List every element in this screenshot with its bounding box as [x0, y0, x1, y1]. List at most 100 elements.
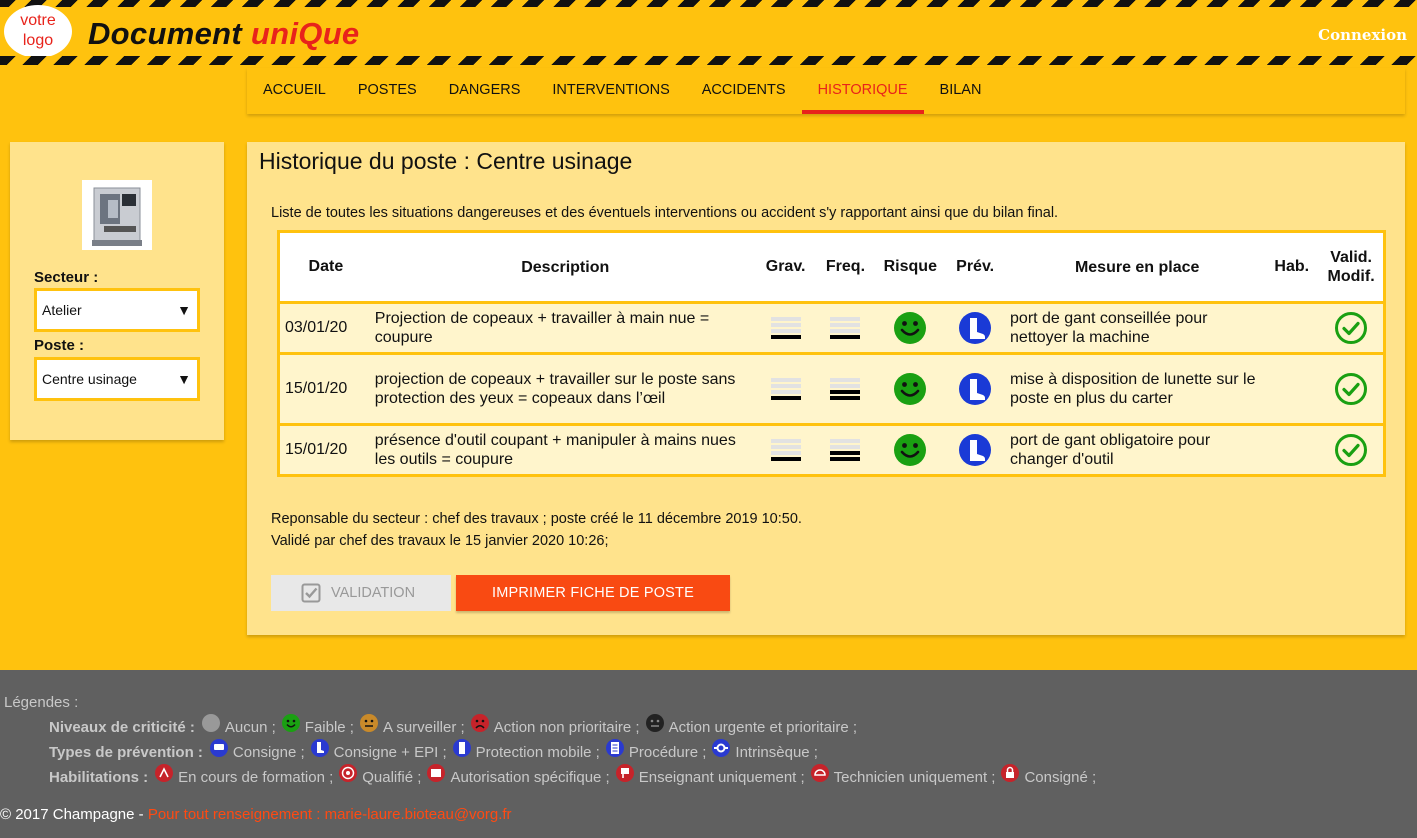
row-date: 15/01/20 [285, 441, 348, 458]
legend-footer: Légendes : Niveaux de criticité : Aucun … [0, 670, 1417, 838]
col-risque: Risque [883, 258, 937, 275]
col-freq: Freq. [825, 258, 866, 275]
boot-icon [945, 372, 1005, 406]
copyright: © 2017 Champagne - Pour tout renseigneme… [0, 806, 512, 823]
brand-title: Document uniQue [88, 16, 359, 52]
gravity-bars-icon [756, 439, 816, 461]
smiley-green-icon [875, 433, 945, 467]
legend-faible: Faible ; [304, 718, 354, 736]
col-grav: Grav. [765, 258, 806, 275]
secteur-select[interactable]: Atelier ▼ [34, 288, 200, 332]
row-mesure: port de gant obligatoire pour changer d'… [1010, 432, 1211, 468]
row-mesure: mise à disposition de lunette sur le pos… [1010, 371, 1256, 407]
legend-procedure: Procédure ; [628, 743, 707, 761]
nav-accueil[interactable]: ACCUEIL [247, 68, 342, 114]
logo-line2: logo [22, 32, 54, 49]
table-row[interactable]: 03/01/20 Projection de copeaux + travail… [280, 304, 1383, 352]
row-description: présence d'outil coupant + manipuler à m… [374, 432, 736, 468]
row-description: Projection de copeaux + travailler à mai… [374, 310, 710, 346]
col-date: Date [308, 258, 344, 275]
poste-select[interactable]: Centre usinage ▼ [34, 357, 200, 401]
secteur-label: Secteur : [34, 269, 99, 286]
checkbox-icon [301, 583, 321, 603]
col-valid-line1: Valid. [1330, 249, 1372, 266]
frequency-bars-icon [816, 378, 876, 400]
target-icon [339, 764, 358, 782]
brand-part2: uniQue [250, 16, 360, 51]
row-date: 15/01/20 [285, 380, 348, 397]
col-hab: Hab. [1274, 258, 1310, 275]
login-link[interactable]: Connexion [1318, 26, 1407, 44]
teacher-icon [615, 764, 634, 782]
logo-line1: votre [20, 12, 56, 29]
logo[interactable]: votre logo [4, 5, 72, 58]
nav-historique[interactable]: HISTORIQUE [801, 68, 924, 114]
nav-dangers[interactable]: DANGERS [433, 68, 537, 114]
habilitations-label: Habilitations : [49, 768, 149, 786]
nav-bilan[interactable]: BILAN [924, 68, 998, 114]
legend-title: Légendes : [4, 694, 79, 711]
training-icon [155, 764, 174, 782]
legend-surveiller: A surveiller ; [382, 718, 465, 736]
page-title: Historique du poste : Centre usinage [259, 148, 633, 174]
print-button[interactable]: IMPRIMER FICHE DE POSTE [456, 575, 730, 611]
nav-interventions[interactable]: INTERVENTIONS [536, 68, 685, 114]
machine-image [82, 180, 152, 250]
col-description: Description [521, 258, 610, 276]
check-circle-icon[interactable] [1319, 311, 1383, 345]
table-header: Date Description Grav. Freq. Risque Prév… [280, 233, 1383, 301]
table-row[interactable]: 15/01/20 projection de copeaux + travail… [280, 355, 1383, 423]
nav-accidents[interactable]: ACCIDENTS [686, 68, 802, 114]
responsable-text: Reponsable du secteur : chef des travaux… [271, 511, 802, 527]
legend-formation: En cours de formation ; [178, 768, 334, 786]
check-circle-icon[interactable] [1319, 372, 1383, 406]
helmet-icon [810, 764, 829, 782]
check-circle-icon[interactable] [1319, 433, 1383, 467]
smiley-green-icon [875, 311, 945, 345]
legend-consigne-hab: Consigné ; [1024, 768, 1097, 786]
legend-intrinseque: Intrinsèque ; [735, 743, 818, 761]
legend-enseignant: Enseignant uniquement ; [638, 768, 805, 786]
legend-technicien: Technicien uniquement ; [833, 768, 996, 786]
secteur-value: Atelier [42, 302, 82, 318]
copyright-text: © 2017 Champagne - [0, 806, 148, 823]
poste-label: Poste : [34, 337, 85, 354]
col-valid: Valid. Modif. [1319, 248, 1383, 286]
validation-button[interactable]: VALIDATION [271, 575, 451, 611]
smiley-green-icon [281, 714, 300, 732]
chevron-down-icon: ▼ [177, 371, 191, 387]
criticite-label: Niveaux de criticité : [49, 718, 195, 736]
smiley-orange-icon [359, 714, 378, 732]
smiley-red-icon [470, 714, 489, 732]
row-mesure: port de gant conseillée pour nettoyer la… [1010, 310, 1208, 346]
door-icon [452, 739, 471, 757]
legend-habilitations: Habilitations : En cours de formation ; … [49, 764, 1101, 787]
contact-link[interactable]: Pour tout renseignement : marie-laure.bi… [148, 806, 512, 823]
legend-consigne: Consigne ; [232, 743, 305, 761]
speech-bubble-icon [209, 739, 228, 757]
history-table: Date Description Grav. Freq. Risque Prév… [277, 230, 1386, 477]
main-panel: Historique du poste : Centre usinage Lis… [247, 142, 1405, 635]
poste-value: Centre usinage [42, 371, 137, 387]
table-row[interactable]: 15/01/20 présence d'outil coupant + mani… [280, 426, 1383, 474]
document-icon [605, 739, 624, 757]
validation-label: VALIDATION [331, 585, 416, 601]
col-mesure: Mesure en place [1074, 258, 1200, 276]
frequency-bars-icon [816, 317, 876, 339]
card-icon [427, 764, 446, 782]
legend-aucun: Aucun ; [224, 718, 276, 736]
brand-part1: Document [88, 16, 251, 51]
legend-qualifie: Qualifié ; [362, 768, 422, 786]
legend-non-prioritaire: Action non prioritaire ; [493, 718, 640, 736]
nav-postes[interactable]: POSTES [342, 68, 433, 114]
valide-text: Validé par chef des travaux le 15 janvie… [271, 533, 609, 549]
legend-prevention: Types de prévention : Consigne ; Consign… [49, 739, 823, 762]
smiley-green-icon [875, 372, 945, 406]
hazard-stripe-top [0, 0, 1417, 7]
legend-autorisation: Autorisation spécifique ; [450, 768, 610, 786]
prevention-label: Types de prévention : [49, 743, 203, 761]
lock-icon [1001, 764, 1020, 782]
intro-text: Liste de toutes les situations dangereus… [271, 205, 1059, 221]
legend-urgente: Action urgente et prioritaire ; [668, 718, 858, 736]
gravity-bars-icon [756, 378, 816, 400]
